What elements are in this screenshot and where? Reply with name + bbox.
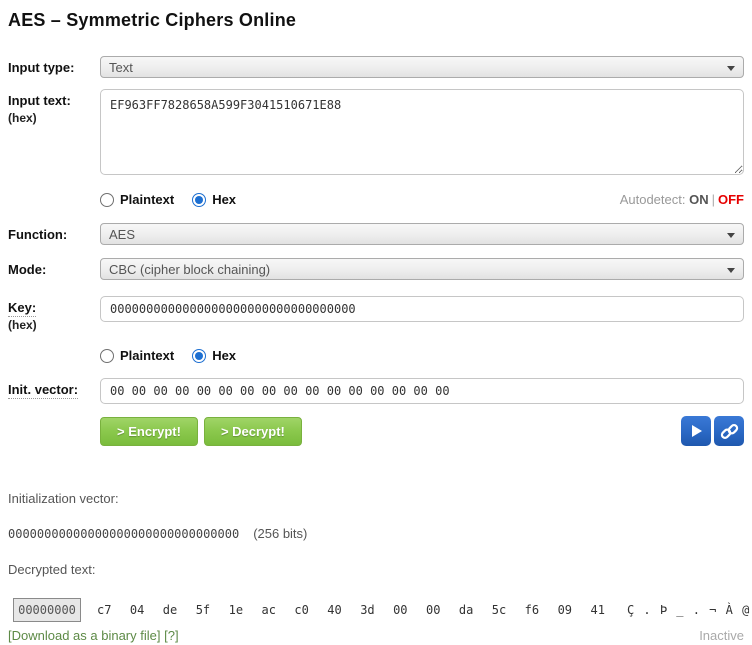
autodetect-separator: | xyxy=(712,192,715,207)
chain-link-icon xyxy=(720,422,739,441)
mode-label: Mode: xyxy=(8,262,100,277)
init-vector-row: Init. vector: xyxy=(8,378,744,404)
input-format-row: Plaintext Hex Autodetect: ON|OFF xyxy=(8,192,744,207)
autodetect-off-option[interactable]: OFF xyxy=(718,192,744,207)
mode-row: Mode: CBC (cipher block chaining) xyxy=(8,258,744,280)
encrypt-button[interactable]: > Encrypt! xyxy=(100,417,198,446)
iv-result-label: Initialization vector: xyxy=(8,491,744,506)
chevron-down-icon xyxy=(727,66,735,71)
input-plaintext-radio-label[interactable]: Plaintext xyxy=(120,192,174,207)
aes-cipher-page: AES – Symmetric Ciphers Online Input typ… xyxy=(0,0,752,645)
mode-select[interactable]: CBC (cipher block chaining) xyxy=(100,258,744,280)
init-vector-label: Init. vector: xyxy=(8,382,100,397)
autodetect-toggle: Autodetect: ON|OFF xyxy=(620,192,744,207)
function-label: Function: xyxy=(8,227,100,242)
bottom-row: [Download as a binary file] [?] Inactive xyxy=(8,628,744,643)
autodetect-label: Autodetect: xyxy=(620,192,686,207)
key-format-row: Plaintext Hex xyxy=(8,348,744,363)
page-title: AES – Symmetric Ciphers Online xyxy=(8,0,744,31)
iv-result-bits: (256 bits) xyxy=(253,526,307,541)
play-icon xyxy=(688,423,704,439)
chevron-down-icon xyxy=(727,268,735,273)
download-binary-link[interactable]: [Download as a binary file] xyxy=(8,628,160,643)
function-select[interactable]: AES xyxy=(100,223,744,245)
input-hex-radio-label[interactable]: Hex xyxy=(212,192,236,207)
mode-value: CBC (cipher block chaining) xyxy=(109,262,270,277)
key-hex-sublabel: (hex) xyxy=(8,318,100,332)
chevron-down-icon xyxy=(727,233,735,238)
decrypt-button[interactable]: > Decrypt! xyxy=(204,417,302,446)
input-text-area[interactable]: EF963FF7828658A599F3041510671E88 xyxy=(100,89,744,175)
key-input[interactable] xyxy=(100,296,744,322)
key-row: Key: (hex) xyxy=(8,296,744,332)
key-hex-radio-label[interactable]: Hex xyxy=(212,348,236,363)
input-text-hex-sublabel: (hex) xyxy=(8,111,100,125)
hexdump-offset: 00000000 xyxy=(13,598,81,622)
hexdump-bytes: c7 04 de 5f 1e ac c0 40 3d 00 00 da 5c f… xyxy=(97,598,605,622)
permalink-button[interactable] xyxy=(714,416,744,446)
key-plaintext-radio[interactable] xyxy=(100,349,114,363)
input-hex-radio[interactable] xyxy=(192,193,206,207)
input-text-row: Input text: (hex) EF963FF7828658A599F304… xyxy=(8,89,744,178)
iv-result-value: 00000000000000000000000000000000 xyxy=(8,527,239,541)
function-row: Function: AES xyxy=(8,223,744,245)
hexdump-row: 00000000 c7 04 de 5f 1e ac c0 40 3d 00 0… xyxy=(8,598,744,622)
input-text-label: Input text: xyxy=(8,93,100,108)
help-link[interactable]: [?] xyxy=(164,628,178,643)
init-vector-input[interactable] xyxy=(100,378,744,404)
run-button[interactable] xyxy=(681,416,711,446)
decrypted-text-label: Decrypted text: xyxy=(8,562,744,577)
status-inactive-text: Inactive xyxy=(699,628,744,643)
actions-row: > Encrypt! > Decrypt! xyxy=(8,416,744,446)
hexdump-ascii: Ç . Þ _ . ¬ À @ = . . Ú \ ö . A xyxy=(627,598,752,622)
autodetect-on-option[interactable]: ON xyxy=(689,192,709,207)
key-label: Key: xyxy=(8,300,100,315)
input-type-label: Input type: xyxy=(8,60,100,75)
input-plaintext-radio[interactable] xyxy=(100,193,114,207)
key-plaintext-radio-label[interactable]: Plaintext xyxy=(120,348,174,363)
key-hex-radio[interactable] xyxy=(192,349,206,363)
input-type-select[interactable]: Text xyxy=(100,56,744,78)
input-type-value: Text xyxy=(109,60,133,75)
function-value: AES xyxy=(109,227,135,242)
iv-result-line: 00000000000000000000000000000000 (256 bi… xyxy=(8,526,744,541)
input-type-row: Input type: Text xyxy=(8,56,744,78)
